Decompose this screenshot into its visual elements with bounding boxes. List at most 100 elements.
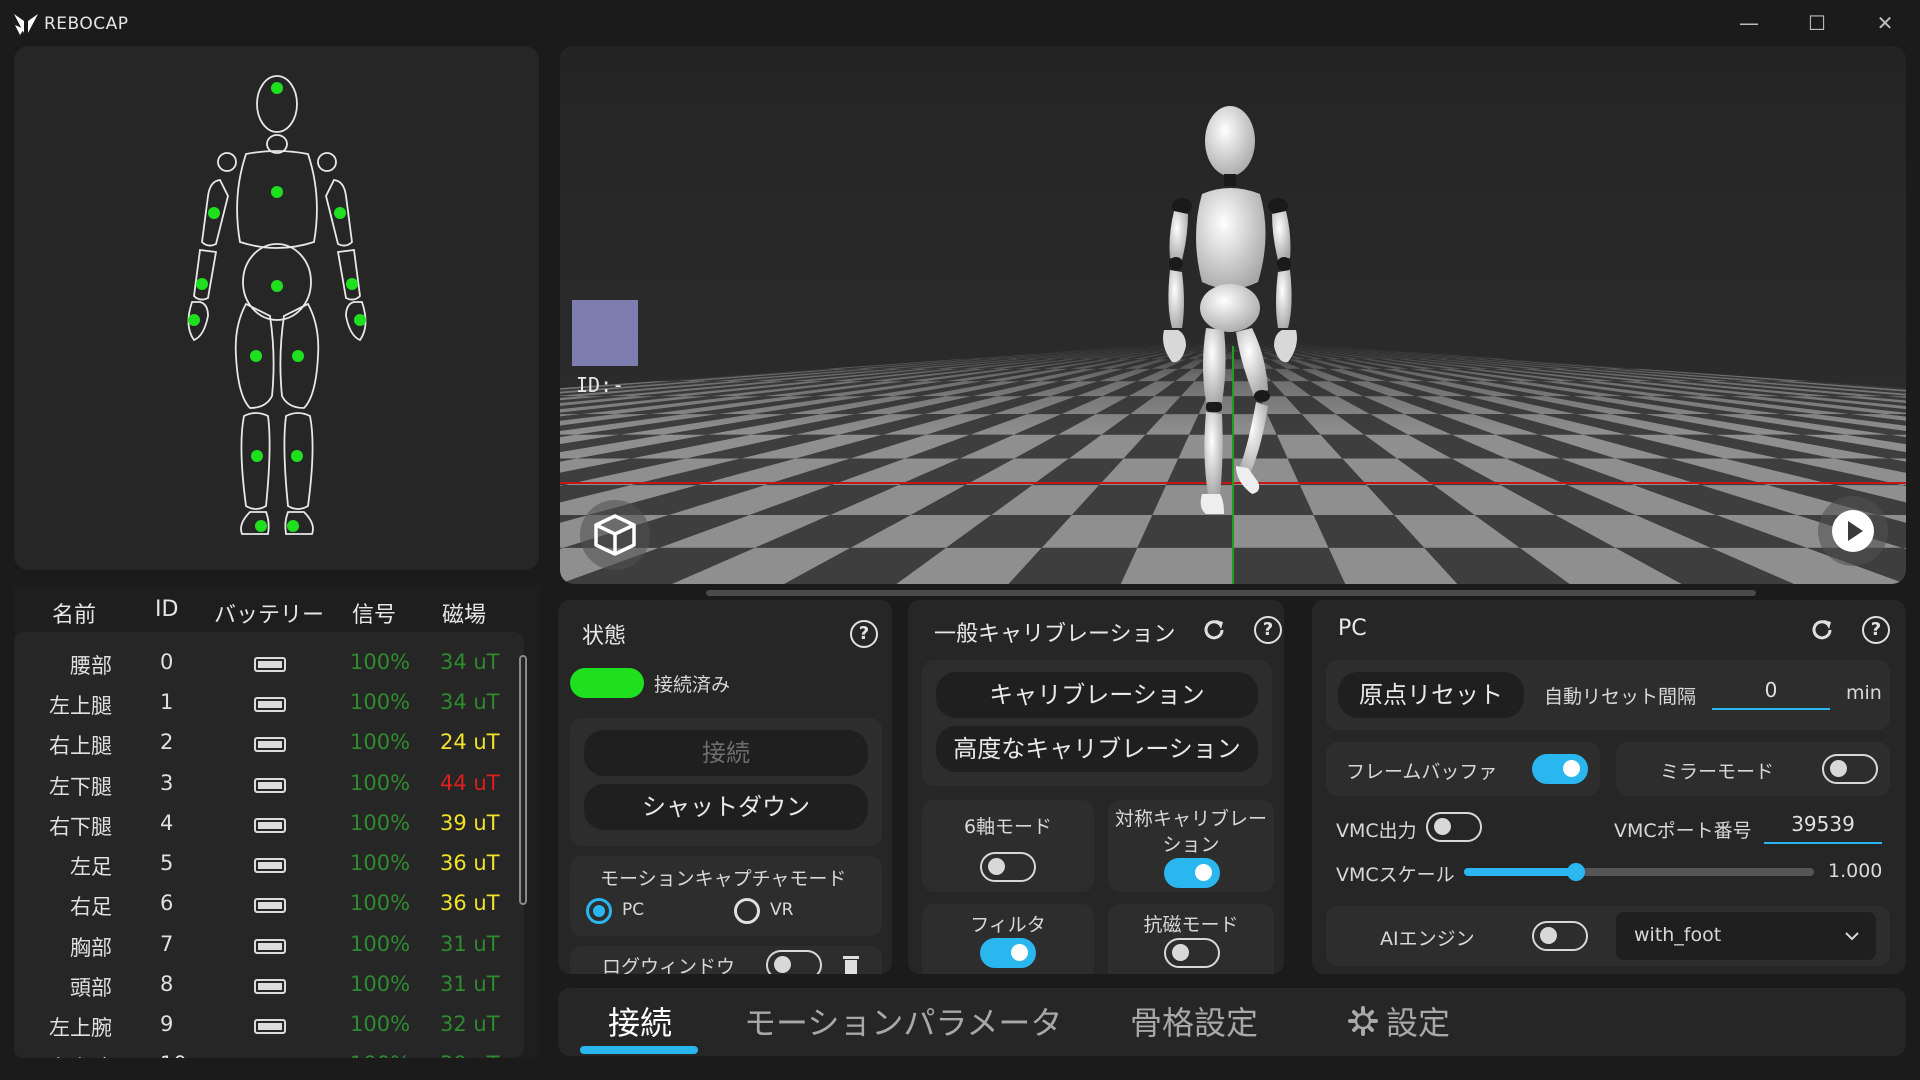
- viewport-id-label: ID:-: [576, 373, 624, 397]
- vmc-port-input[interactable]: 39539: [1764, 812, 1882, 844]
- viewport-scrollbar[interactable]: [706, 590, 1756, 596]
- status-help-icon[interactable]: ?: [850, 620, 878, 648]
- connection-status-text: 接続済み: [654, 674, 731, 696]
- frame-buffer-row: フレームバッファ: [1326, 742, 1600, 796]
- sensor-field: 36 uT: [440, 851, 500, 875]
- maximize-icon: ☐: [1808, 11, 1826, 35]
- sensor-table-body: 腰部 0 100% 34 uT 左上腿 1 100% 34 uT 右上腿 2 100% 24 uT 左下…: [14, 632, 524, 1058]
- advanced-calibration-button[interactable]: 高度なキャリブレーション: [936, 726, 1258, 772]
- sensor-id: 2: [160, 730, 174, 754]
- maximize-button[interactable]: ☐: [1792, 6, 1842, 40]
- mirror-mode-toggle[interactable]: [1822, 754, 1878, 784]
- battery-icon: [254, 939, 286, 954]
- sensor-id: 1: [160, 690, 174, 714]
- sensor-field: 44 uT: [440, 771, 500, 795]
- battery-icon: [254, 778, 286, 793]
- view-cube-button[interactable]: [580, 500, 650, 570]
- log-window-row: ログウィンドウ: [570, 946, 882, 974]
- sensor-signal: 100%: [350, 932, 411, 956]
- vmc-output-label: VMC出力: [1336, 820, 1417, 842]
- body-sensor-diagram: [14, 46, 539, 570]
- battery-icon: [254, 737, 286, 752]
- sensor-name: 左下腿: [49, 775, 112, 799]
- sensor-field: 32 uT: [440, 1012, 500, 1036]
- app-title: REBOCAP: [44, 14, 129, 34]
- battery-icon: [254, 1019, 286, 1034]
- origin-reset-button[interactable]: 原点リセット: [1338, 672, 1524, 718]
- play-button[interactable]: [1818, 496, 1888, 566]
- table-scrollbar[interactable]: [519, 655, 527, 905]
- table-row[interactable]: 左上腿 1 100% 34 uT: [14, 684, 524, 724]
- mode-vr-radio[interactable]: [734, 898, 760, 924]
- sensor-signal: 100%: [350, 730, 411, 754]
- vmc-scale-slider[interactable]: [1464, 863, 1814, 881]
- symmetric-calibration-toggle[interactable]: [1164, 858, 1220, 888]
- table-row[interactable]: 右下腿 4 100% 39 uT: [14, 805, 524, 845]
- sensor-signal: 100%: [350, 690, 411, 714]
- vmc-scale-value: 1.000: [1828, 860, 1883, 882]
- mode-pc-radio[interactable]: [586, 898, 612, 924]
- pc-refresh-icon[interactable]: [1808, 616, 1836, 644]
- sensor-field: 24 uT: [440, 730, 500, 754]
- filter-card: フィルタ: [922, 904, 1094, 974]
- tab-settings[interactable]: 設定: [1348, 998, 1450, 1044]
- calibration-help-icon[interactable]: ?: [1254, 616, 1282, 644]
- log-window-toggle[interactable]: [766, 950, 822, 974]
- calibration-refresh-icon[interactable]: [1200, 616, 1228, 644]
- connection-button-group: 接続 シャットダウン: [570, 718, 882, 846]
- filter-toggle[interactable]: [980, 938, 1036, 968]
- sensor-field: 39 uT: [440, 811, 500, 835]
- ai-engine-selected-value: with_foot: [1634, 924, 1722, 946]
- pc-help-icon[interactable]: ?: [1862, 616, 1890, 644]
- calibration-panel: 一般キャリブレーション ? キャリブレーション 高度なキャリブレーション 6軸モ…: [908, 600, 1284, 974]
- sensor-name: 左上腿: [49, 694, 112, 718]
- auto-reset-interval-input[interactable]: 0: [1712, 678, 1830, 710]
- table-row[interactable]: 左下腿 3 100% 44 uT: [14, 765, 524, 805]
- tab-connection[interactable]: 接続: [608, 998, 672, 1044]
- sensor-name: 右足: [70, 895, 112, 919]
- sensor-id: 7: [160, 932, 174, 956]
- column-header-signal: 信号: [352, 603, 397, 628]
- vmc-output-toggle[interactable]: [1426, 812, 1482, 842]
- gear-icon: [1348, 1006, 1378, 1036]
- sensor-field: 36 uT: [440, 891, 500, 915]
- six-axis-mode-toggle[interactable]: [980, 852, 1036, 882]
- vmc-scale-slider-handle[interactable]: [1567, 863, 1585, 881]
- table-row[interactable]: 左上腕 9 100% 32 uT: [14, 1006, 524, 1046]
- table-row[interactable]: 腰部 0 100% 34 uT: [14, 644, 524, 684]
- column-header-id: ID: [155, 597, 179, 622]
- tab-motion-parameters[interactable]: モーションパラメータ: [744, 998, 1062, 1044]
- sensor-id: 10: [160, 1052, 187, 1058]
- shutdown-button[interactable]: シャットダウン: [584, 784, 868, 830]
- sensor-id: 4: [160, 811, 174, 835]
- close-button[interactable]: ✕: [1860, 6, 1910, 40]
- ai-engine-toggle[interactable]: [1532, 921, 1588, 951]
- table-row[interactable]: 右上腕 10 100% 30 uT: [14, 1046, 524, 1058]
- symmetric-calibration-label-line2: ション: [1162, 834, 1220, 856]
- minimize-button[interactable]: —: [1724, 6, 1774, 40]
- table-row[interactable]: 頭部 8 100% 31 uT: [14, 966, 524, 1006]
- 3d-viewport[interactable]: ID:-: [560, 46, 1906, 584]
- connect-button[interactable]: 接続: [584, 730, 868, 776]
- table-row[interactable]: 右足 6 100% 36 uT: [14, 885, 524, 925]
- table-row[interactable]: 左足 5 100% 36 uT: [14, 845, 524, 885]
- sensor-signal: 100%: [350, 771, 411, 795]
- sensor-id: 3: [160, 771, 174, 795]
- column-header-field: 磁場: [442, 603, 487, 628]
- anti-magnetic-mode-toggle[interactable]: [1164, 938, 1220, 968]
- calibrate-button[interactable]: キャリブレーション: [936, 672, 1258, 718]
- sensor-id: 9: [160, 1012, 174, 1036]
- symmetric-calibration-label-line1: 対称キャリブレー: [1114, 808, 1267, 830]
- tab-skeleton-settings[interactable]: 骨格設定: [1130, 998, 1258, 1044]
- frame-buffer-toggle[interactable]: [1532, 754, 1588, 784]
- app-logo: REBOCAP: [12, 10, 129, 38]
- origin-reset-row: 原点リセット 自動リセット間隔 0 min: [1326, 660, 1890, 730]
- table-row[interactable]: 右上腿 2 100% 24 uT: [14, 724, 524, 764]
- ai-engine-select[interactable]: with_foot: [1616, 912, 1876, 960]
- log-window-label: ログウィンドウ: [602, 956, 736, 974]
- anti-magnetic-mode-label: 抗磁モード: [1143, 914, 1239, 936]
- trash-icon[interactable]: [842, 954, 860, 974]
- table-row[interactable]: 胸部 7 100% 31 uT: [14, 926, 524, 966]
- pc-panel: PC ? 原点リセット 自動リセット間隔 0 min フレームバッファ ミラーモ…: [1312, 600, 1906, 974]
- butterfly-logo-icon: [14, 14, 38, 35]
